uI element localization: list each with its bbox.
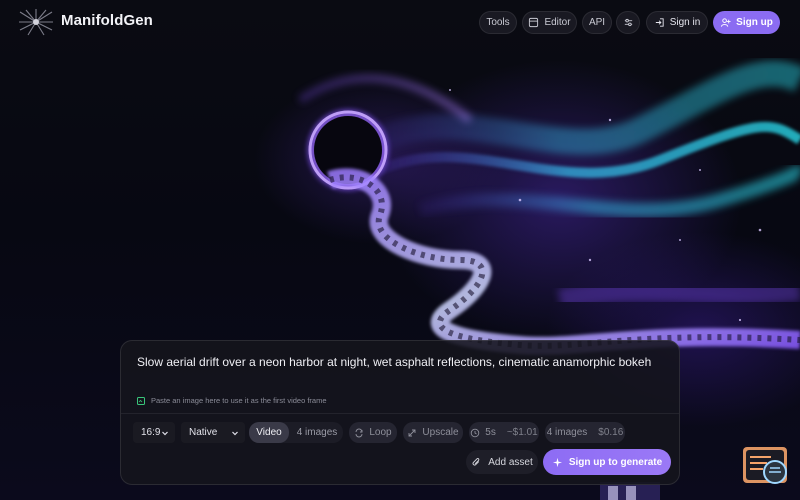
- brand-logo-icon[interactable]: [18, 8, 54, 36]
- image-cost-chip[interactable]: 4 images $0.16: [545, 422, 625, 443]
- loop-icon: [355, 428, 363, 437]
- signin-button[interactable]: Sign in: [646, 11, 708, 34]
- nav-api[interactable]: API: [582, 11, 612, 34]
- clock-icon: [471, 428, 480, 437]
- settings-button[interactable]: [616, 11, 640, 34]
- loop-toggle[interactable]: Loop: [349, 422, 397, 443]
- user-plus-icon: [721, 18, 731, 27]
- nav-tools-label: Tools: [486, 17, 510, 28]
- editor-icon: [529, 17, 539, 28]
- paste-hint: Paste an image here to use it as the fir…: [137, 396, 327, 405]
- signin-label: Sign in: [669, 17, 701, 28]
- loop-label: Loop: [369, 427, 392, 438]
- prompt-input[interactable]: Slow aerial drift over a neon harbor at …: [137, 355, 651, 369]
- tab-4-images[interactable]: 4 images: [291, 422, 343, 443]
- upscale-toggle[interactable]: Upscale: [403, 422, 463, 443]
- aspect-ratio-value: 16:9: [141, 427, 161, 438]
- image-paste-icon: [137, 396, 145, 405]
- generate-label: Sign up to generate: [568, 456, 663, 468]
- upscale-label: Upscale: [422, 427, 459, 438]
- help-chat-icon[interactable]: [741, 445, 789, 489]
- nav-editor[interactable]: Editor: [522, 11, 577, 34]
- video-price: ~$1.01: [506, 427, 538, 438]
- nav-editor-label: Editor: [544, 17, 571, 28]
- composer-divider: [121, 413, 679, 414]
- signup-button[interactable]: Sign up: [713, 11, 780, 34]
- brand-name[interactable]: ManifoldGen: [61, 12, 153, 29]
- paperclip-icon: [472, 457, 480, 466]
- mode-tabs: Video 4 images: [249, 422, 343, 443]
- chevron-down-icon: [162, 431, 168, 435]
- image-price: $0.16: [598, 427, 624, 438]
- signin-icon: [655, 18, 664, 27]
- prompt-composer: Slow aerial drift over a neon harbor at …: [120, 340, 680, 485]
- image-count: 4 images: [546, 427, 588, 438]
- generate-button[interactable]: Sign up to generate: [543, 449, 671, 475]
- resolution-select[interactable]: Native: [181, 422, 245, 443]
- nav-tools[interactable]: Tools: [479, 11, 517, 34]
- video-cost-chip[interactable]: 5s ~$1.01: [469, 422, 539, 443]
- tab-video[interactable]: Video: [249, 422, 289, 443]
- tab-video-label: Video: [256, 427, 282, 438]
- add-asset-button[interactable]: Add asset: [466, 450, 538, 474]
- resolution-value: Native: [189, 427, 218, 438]
- sliders-icon: [624, 18, 632, 27]
- tab-4-images-label: 4 images: [296, 427, 338, 438]
- aspect-ratio-select[interactable]: 16:9: [133, 422, 175, 443]
- sparkle-icon: [552, 457, 562, 467]
- nav-api-label: API: [588, 17, 606, 28]
- signup-label: Sign up: [736, 17, 773, 28]
- paste-hint-text: Paste an image here to use it as the fir…: [151, 396, 327, 405]
- top-nav: ManifoldGen Tools Editor API Sign in Sig…: [0, 0, 800, 46]
- add-asset-label: Add asset: [488, 456, 533, 468]
- video-duration: 5s: [485, 427, 496, 438]
- chevron-down-icon: [232, 431, 238, 435]
- expand-icon: [408, 429, 416, 436]
